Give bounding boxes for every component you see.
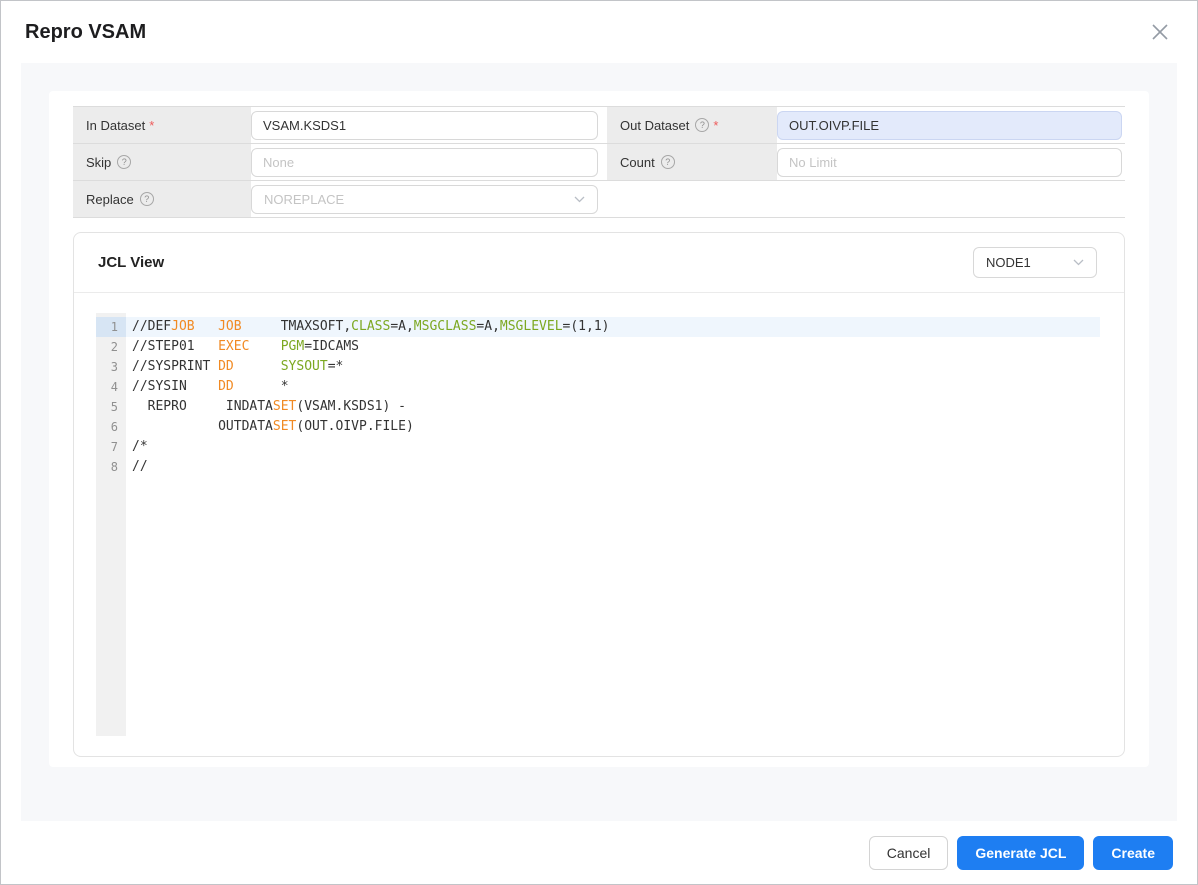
code-line[interactable]: /*: [126, 437, 1100, 457]
replace-select-value: NOREPLACE: [264, 192, 344, 207]
help-icon[interactable]: ?: [661, 155, 675, 169]
out-dataset-cell: [777, 107, 1125, 144]
help-icon[interactable]: ?: [140, 192, 154, 206]
replace-select[interactable]: NOREPLACE: [251, 185, 598, 214]
code-token: PGM: [281, 339, 304, 354]
skip-input[interactable]: [251, 148, 598, 177]
modal-footer: Cancel Generate JCL Create: [1, 821, 1197, 884]
code-token: =IDCAMS: [304, 339, 359, 354]
code-token: DD: [218, 359, 234, 374]
jcl-view-title: JCL View: [98, 254, 164, 271]
jcl-code-editor[interactable]: 12345678 //DEFJOB JOB TMAXSOFT,CLASS=A,M…: [96, 313, 1100, 736]
code-token: //STEP01: [132, 339, 218, 354]
out-dataset-label: Out Dataset ? *: [607, 107, 777, 144]
page-title: Repro VSAM: [25, 21, 146, 44]
code-token: //DEF: [132, 319, 171, 334]
in-dataset-input[interactable]: [251, 111, 598, 140]
required-asterisk: *: [713, 118, 718, 133]
empty-cell: [607, 181, 1125, 218]
code-line[interactable]: //SYSIN DD *: [126, 377, 1100, 397]
close-icon: [1150, 22, 1170, 42]
code-token: //SYSIN: [132, 379, 218, 394]
code-token: EXEC: [218, 339, 249, 354]
skip-cell: [251, 144, 607, 181]
modal-body: In Dataset * Out Dataset ? * Skip ?: [21, 63, 1177, 823]
code-token: //SYSPRINT: [132, 359, 218, 374]
code-token: SET: [273, 419, 296, 434]
code-token: //: [132, 459, 148, 474]
code-token: SYSOUT: [281, 359, 328, 374]
help-icon[interactable]: ?: [117, 155, 131, 169]
content-card: In Dataset * Out Dataset ? * Skip ?: [49, 91, 1149, 767]
code-token: (VSAM.KSDS1) -: [296, 399, 406, 414]
code-token: =*: [328, 359, 344, 374]
code-token: =(1,1): [563, 319, 610, 334]
code-token: JOB: [218, 319, 241, 334]
code-token: SET: [273, 399, 296, 414]
code-line[interactable]: REPRO INDATASET(VSAM.KSDS1) -: [126, 397, 1100, 417]
repro-form: In Dataset * Out Dataset ? * Skip ?: [73, 106, 1125, 218]
help-icon[interactable]: ?: [695, 118, 709, 132]
node-select[interactable]: NODE1: [973, 247, 1097, 278]
code-token: =A,: [390, 319, 413, 334]
line-number: 2: [96, 337, 126, 357]
code-token: =A,: [476, 319, 499, 334]
code-line[interactable]: //: [126, 457, 1100, 477]
replace-label: Replace ?: [73, 181, 251, 218]
code-token: /*: [132, 439, 148, 454]
node-select-value: NODE1: [986, 255, 1031, 270]
line-number: 6: [96, 417, 126, 437]
line-number: 4: [96, 377, 126, 397]
code-token: (OUT.OIVP.FILE): [296, 419, 413, 434]
code-token: [195, 319, 218, 334]
line-number: 5: [96, 397, 126, 417]
chevron-down-icon: [1073, 259, 1084, 266]
jcl-panel-header: JCL View NODE1: [74, 233, 1124, 293]
in-dataset-label: In Dataset *: [73, 107, 251, 144]
repro-vsam-modal: Repro VSAM In Dataset * Out Dataset: [0, 0, 1198, 885]
out-dataset-input[interactable]: [777, 111, 1122, 140]
line-number: 7: [96, 437, 126, 457]
label-text: Replace: [86, 192, 134, 207]
code-token: MSGLEVEL: [500, 319, 563, 334]
code-token: MSGCLASS: [414, 319, 477, 334]
count-input[interactable]: [777, 148, 1122, 177]
code-token: TMAXSOFT,: [242, 319, 352, 334]
code-token: DD: [218, 379, 234, 394]
code-gutter: 12345678: [96, 313, 126, 736]
jcl-view-panel: JCL View NODE1 12345678 //DEFJOB JOB TMA…: [73, 232, 1125, 757]
count-cell: [777, 144, 1125, 181]
replace-cell: NOREPLACE: [251, 181, 607, 218]
in-dataset-cell: [251, 107, 607, 144]
code-token: OUTDATA: [132, 419, 273, 434]
create-button[interactable]: Create: [1093, 836, 1173, 870]
close-button[interactable]: [1149, 21, 1171, 43]
line-number: 1: [96, 317, 126, 337]
label-text: Skip: [86, 155, 111, 170]
generate-jcl-button[interactable]: Generate JCL: [957, 836, 1084, 870]
code-line[interactable]: //SYSPRINT DD SYSOUT=*: [126, 357, 1100, 377]
chevron-down-icon: [574, 196, 585, 203]
code-lines: //DEFJOB JOB TMAXSOFT,CLASS=A,MSGCLASS=A…: [126, 313, 1100, 736]
required-asterisk: *: [149, 118, 154, 133]
cancel-button[interactable]: Cancel: [869, 836, 949, 870]
code-line[interactable]: OUTDATASET(OUT.OIVP.FILE): [126, 417, 1100, 437]
code-token: [249, 339, 280, 354]
label-text: In Dataset: [86, 118, 145, 133]
line-number: 3: [96, 357, 126, 377]
label-text: Count: [620, 155, 655, 170]
code-line[interactable]: //STEP01 EXEC PGM=IDCAMS: [126, 337, 1100, 357]
code-token: REPRO INDATA: [132, 399, 273, 414]
skip-label: Skip ?: [73, 144, 251, 181]
code-token: JOB: [171, 319, 194, 334]
count-label: Count ?: [607, 144, 777, 181]
label-text: Out Dataset: [620, 118, 689, 133]
code-line[interactable]: //DEFJOB JOB TMAXSOFT,CLASS=A,MSGCLASS=A…: [126, 317, 1100, 337]
code-token: *: [234, 379, 289, 394]
code-token: CLASS: [351, 319, 390, 334]
line-number: 8: [96, 457, 126, 477]
code-token: [234, 359, 281, 374]
modal-header: Repro VSAM: [1, 1, 1197, 63]
